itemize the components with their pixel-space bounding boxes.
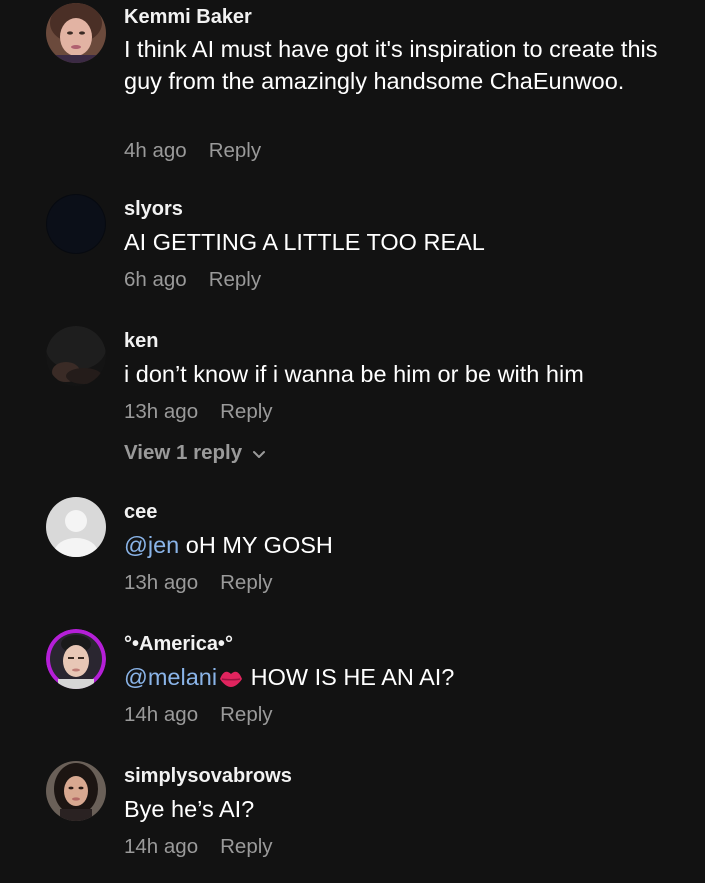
comment-timestamp: 14h ago (124, 835, 199, 858)
comment-meta: 14h ago Reply (124, 835, 273, 859)
comment-text: AI GETTING A LITTLE TOO REAL (124, 229, 485, 255)
comment-username[interactable]: slyors (124, 198, 183, 221)
comment-timestamp: 13h ago (124, 400, 199, 423)
avatar[interactable] (46, 497, 106, 557)
comment-meta: 13h ago Reply (124, 400, 273, 424)
mention-link[interactable]: @melani (124, 664, 217, 690)
comment-meta: 4h ago Reply (124, 139, 261, 163)
comment-text-body: oH MY GOSH (179, 532, 333, 558)
reply-button[interactable]: Reply (220, 703, 272, 726)
avatar[interactable] (46, 761, 106, 821)
comment-text: Bye he’s AI? (124, 796, 255, 822)
avatar[interactable] (46, 3, 106, 63)
chevron-down-icon (252, 442, 266, 466)
comment-meta: 13h ago Reply (124, 571, 273, 595)
comment-text: @jen oH MY GOSH (124, 529, 684, 561)
comment-text: @melani HOW IS HE AN AI? (124, 661, 684, 697)
comment-timestamp: 14h ago (124, 703, 199, 726)
dark-avatar-icon (46, 194, 106, 254)
comment-username[interactable]: simplysovabrows (124, 765, 292, 788)
photo-woman-icon (46, 3, 106, 63)
comment-username[interactable]: ken (124, 330, 158, 353)
comment-timestamp: 6h ago (124, 268, 187, 291)
comment-timestamp: 4h ago (124, 139, 187, 162)
comment-timestamp: 13h ago (124, 571, 199, 594)
comment-text: i don’t know if i wanna be him or be wit… (124, 361, 584, 387)
dark-photo-icon (46, 326, 106, 386)
photo-man-purple-ring-icon (46, 629, 106, 689)
reply-button[interactable]: Reply (209, 268, 261, 291)
comment-text-body: HOW IS HE AN AI? (244, 664, 455, 690)
view-replies-label: View 1 reply (124, 441, 243, 464)
comment-username[interactable]: cee (124, 501, 157, 524)
comment-username[interactable]: Kemmi Baker (124, 6, 252, 29)
reply-button[interactable]: Reply (220, 571, 272, 594)
reply-button[interactable]: Reply (220, 400, 272, 423)
view-replies-button[interactable]: View 1 reply (124, 441, 266, 466)
comment-meta: 6h ago Reply (124, 268, 261, 292)
comment-meta: 14h ago Reply (124, 703, 273, 727)
kiss-lips-icon (218, 665, 244, 697)
photo-woman-dark-hair-icon (46, 761, 106, 821)
reply-button[interactable]: Reply (220, 835, 272, 858)
default-user-icon (46, 497, 106, 557)
avatar[interactable] (46, 629, 106, 689)
mention-link[interactable]: @jen (124, 532, 179, 558)
comment-text: I think AI must have got it's inspiratio… (124, 36, 658, 94)
comment-username[interactable]: °•America•° (124, 633, 233, 656)
avatar[interactable] (46, 326, 106, 386)
avatar[interactable] (46, 194, 106, 254)
reply-button[interactable]: Reply (209, 139, 261, 162)
